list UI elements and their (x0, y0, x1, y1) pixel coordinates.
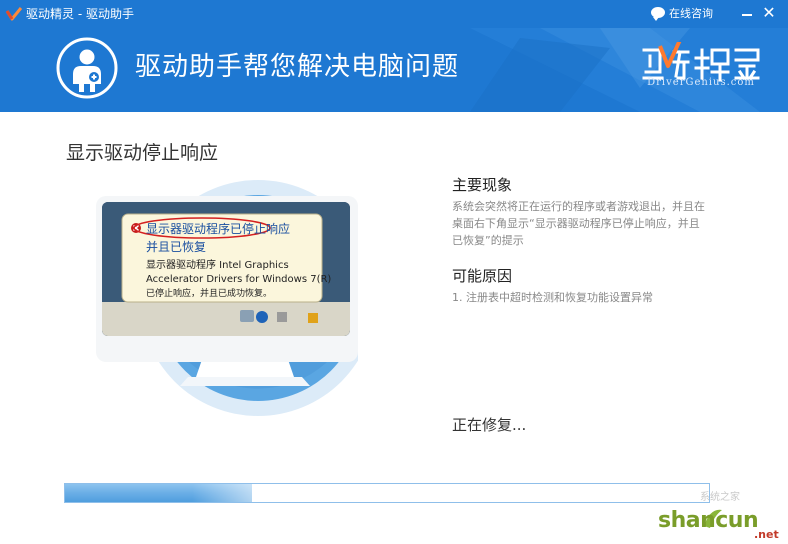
symptoms-description: 系统会突然将正在运行的程序或者游戏退出，并且在 桌面右下角显示“显示器驱动程序已… (452, 198, 742, 249)
popup-line2: 并且已恢复 (146, 240, 206, 254)
causes-description: 1. 注册表中超时检测和恢复功能设置异常 (452, 289, 742, 306)
repair-progress-bar (64, 483, 710, 503)
symptoms-title: 主要现象 (452, 176, 513, 194)
repair-status: 正在修复... (452, 416, 527, 434)
window-title: 驱动精灵 - 驱动助手 (26, 7, 134, 21)
repair-progress-fill (65, 484, 252, 502)
watermark-small-text: 系统之家 (700, 492, 740, 503)
minimize-button[interactable] (738, 5, 756, 23)
close-button[interactable]: ✕ (760, 4, 778, 22)
header-banner: 驱动助手帮您解决电脑问题 DriverGenius.com (0, 28, 788, 112)
causes-line-1: 1. 注册表中超时检测和恢复功能设置异常 (452, 291, 653, 304)
header-title: 驱动助手帮您解决电脑问题 (135, 52, 460, 82)
online-help-label: 在线咨询 (669, 7, 713, 20)
monitor-illustration: 显示器驱动程序已停止响应 并且已恢复 显示器驱动程序 Intel Graphic… (96, 180, 358, 416)
person-gear-icon (56, 37, 118, 99)
title-bar: 驱动精灵 - 驱动助手 在线咨询 ✕ (0, 0, 788, 28)
driver-genius-logo-icon (6, 7, 22, 21)
problem-title: 显示驱动停止响应 (66, 142, 219, 164)
popup-body-2: Accelerator Drivers for Windows 7(R) (146, 274, 331, 285)
popup-title: 显示器驱动程序已停止响应 (146, 221, 290, 236)
brand-subtitle: DriverGenius.com (647, 77, 755, 88)
watermark-brand: shancun (658, 508, 759, 533)
symptoms-line-2: 桌面右下角显示“显示器驱动程序已停止响应，并且 (452, 217, 700, 230)
popup-body-1: 显示器驱动程序 Intel Graphics (146, 258, 289, 271)
popup-body-3: 已停止响应，并且已成功恢复。 (146, 287, 272, 299)
chat-bubble-icon (651, 7, 665, 21)
symptoms-line-1: 系统会突然将正在运行的程序或者游戏退出，并且在 (452, 200, 705, 213)
watermark-net: .net (754, 528, 779, 541)
symptoms-line-3: 已恢复”的提示 (452, 234, 524, 247)
causes-title: 可能原因 (452, 267, 513, 285)
online-help-link[interactable]: 在线咨询 (651, 6, 713, 22)
